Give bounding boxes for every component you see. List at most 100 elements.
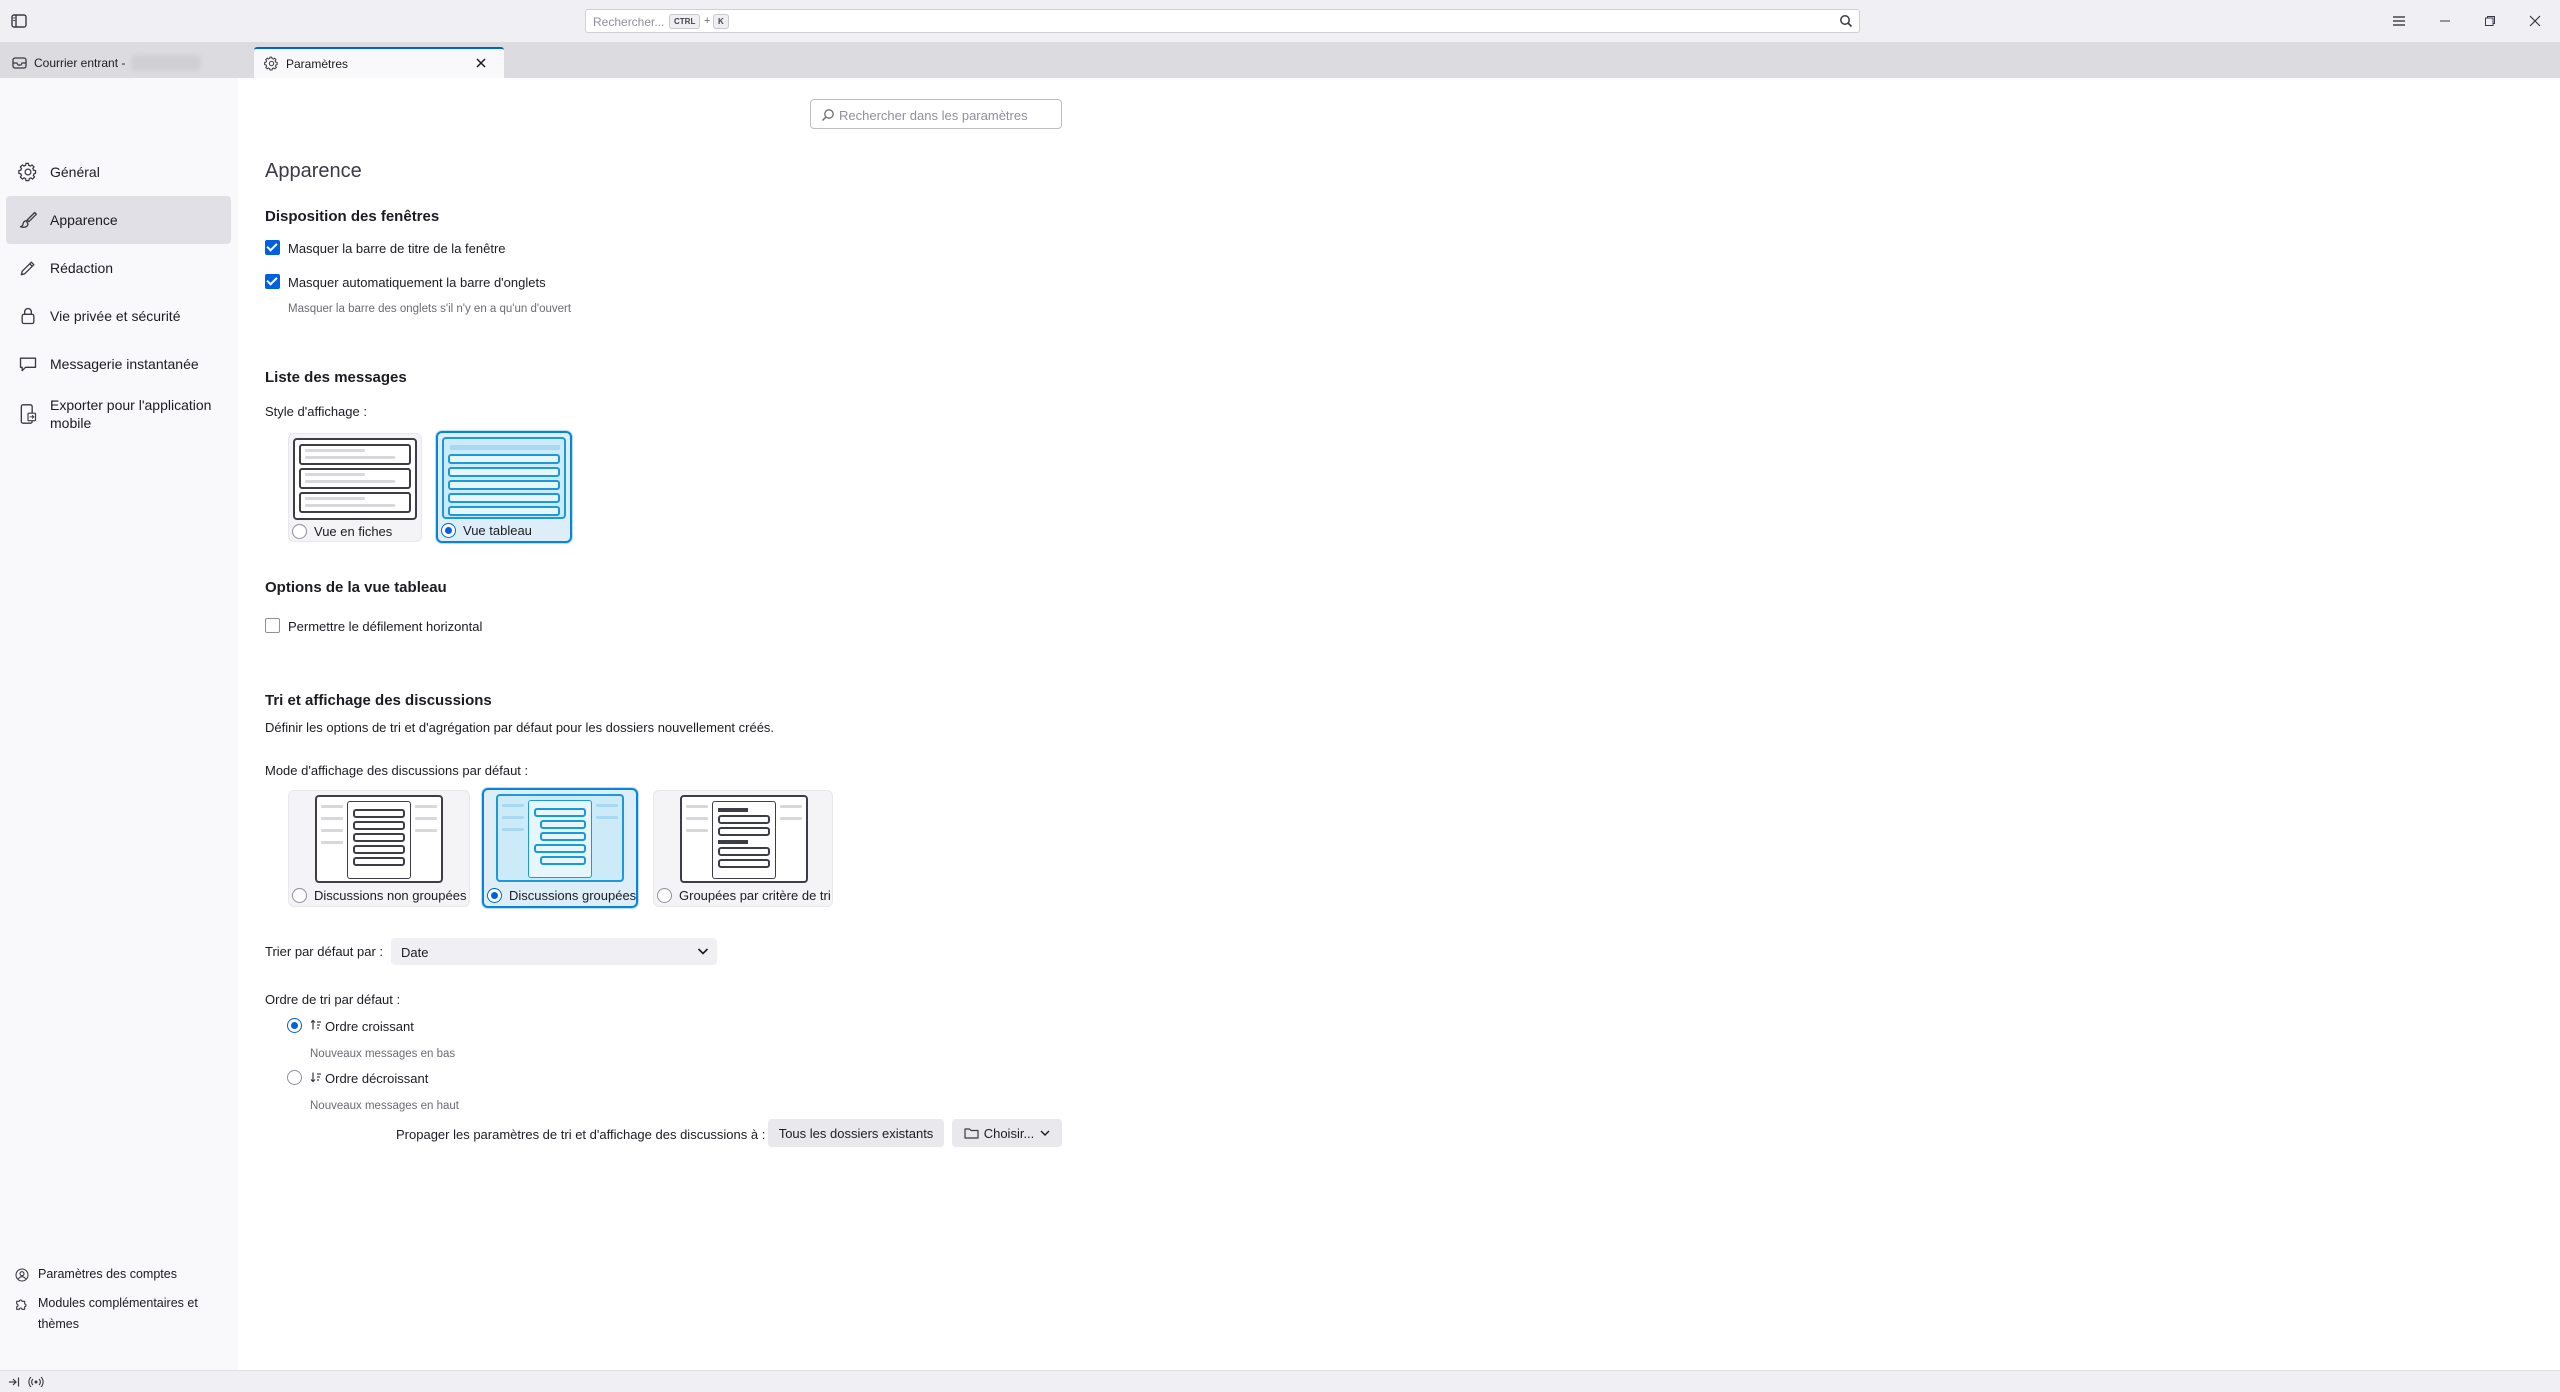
cards-view-radio-row[interactable]: Vue en fiches xyxy=(292,524,392,539)
restore-icon[interactable] xyxy=(2479,10,2501,32)
unthreaded-preview xyxy=(315,795,443,883)
sidebar-item-label: Messagerie instantanée xyxy=(50,356,199,372)
shortcut-plus: + xyxy=(704,15,711,27)
horizontal-scroll-label[interactable]: Permettre le défilement horizontal xyxy=(288,619,482,634)
all-folders-button[interactable]: Tous les dossiers existants xyxy=(768,1119,944,1147)
shortcut-ctrl-key: CTRL xyxy=(669,14,701,29)
chevron-down-icon xyxy=(697,948,709,955)
search-icon[interactable] xyxy=(1839,14,1853,28)
threaded-preview xyxy=(496,794,624,882)
hide-titlebar-label[interactable]: Masquer la barre de titre de la fenêtre xyxy=(288,241,506,256)
lock-icon xyxy=(21,307,35,325)
folder-icon xyxy=(964,1128,979,1139)
section-heading-table-options: Options de la vue tableau xyxy=(265,579,447,596)
settings-search-placeholder: Rechercher dans les paramètres xyxy=(839,108,1028,123)
chat-icon xyxy=(19,357,37,372)
sidebar-footer-label: Modules complémentaires et thèmes xyxy=(38,1296,198,1331)
section-heading-message-list: Liste des messages xyxy=(265,369,407,386)
title-bar: Rechercher... CTRL + K xyxy=(0,0,2560,42)
sidebar-item-label: Rédaction xyxy=(50,260,114,276)
global-search-placeholder: Rechercher... xyxy=(593,15,665,29)
online-status-icon[interactable] xyxy=(28,1376,44,1388)
chevron-down-icon xyxy=(1040,1130,1050,1136)
tab-inbox[interactable]: Courrier entrant - xyxy=(0,47,250,78)
ascending-radio[interactable] xyxy=(287,1018,302,1033)
choose-folders-button[interactable]: Choisir... xyxy=(952,1119,1062,1147)
gear-icon xyxy=(18,162,37,182)
sort-by-value: Date xyxy=(401,945,429,960)
choose-folders-button-label: Choisir... xyxy=(983,1125,1035,1141)
inbox-icon xyxy=(12,56,27,69)
settings-sidebar: Général Apparence Rédaction Vie privée e… xyxy=(0,78,238,1370)
redacted-account-name xyxy=(131,54,202,71)
unthreaded-radio-row[interactable]: Discussions non groupées xyxy=(292,888,466,903)
pencil-icon xyxy=(20,261,35,276)
sidebar-footer-addons[interactable]: Modules complémentaires et thèmes xyxy=(14,1293,204,1335)
app-menu-icon[interactable] xyxy=(2388,10,2410,32)
close-window-icon[interactable] xyxy=(2524,10,2546,32)
grouped-by-sort-radio[interactable] xyxy=(657,888,672,903)
grouped-by-sort-radio-row[interactable]: Groupées par critère de tri xyxy=(657,888,831,903)
tab-inbox-label: Courrier entrant - xyxy=(34,55,126,70)
table-view-option[interactable]: Vue tableau xyxy=(436,431,572,543)
settings-search-input[interactable]: Rechercher dans les paramètres xyxy=(810,99,1062,129)
sidebar-item-composition[interactable]: Rédaction xyxy=(6,244,231,292)
sidebar-item-appearance[interactable]: Apparence xyxy=(6,196,231,244)
table-view-label: Vue tableau xyxy=(463,523,532,538)
puzzle-icon xyxy=(16,1299,27,1310)
grouped-by-sort-label: Groupées par critère de tri xyxy=(679,888,831,903)
cards-view-option[interactable]: Vue en fiches xyxy=(288,433,422,542)
sort-by-select[interactable]: Date xyxy=(391,938,717,965)
threaded-label: Discussions groupées xyxy=(509,888,637,903)
unthreaded-radio[interactable] xyxy=(292,888,307,903)
sort-ascending-icon xyxy=(310,1019,322,1034)
sidebar-item-privacy[interactable]: Vie privée et sécurité xyxy=(6,292,231,340)
table-view-radio-row[interactable]: Vue tableau xyxy=(441,523,532,538)
minimize-icon[interactable] xyxy=(2434,10,2456,32)
table-view-radio[interactable] xyxy=(441,523,456,538)
page-title: Apparence xyxy=(265,160,362,182)
settings-content: Rechercher dans les paramètres Apparence… xyxy=(238,78,2560,1370)
display-style-label: Style d'affichage : xyxy=(265,404,367,419)
descending-radio[interactable] xyxy=(287,1070,302,1085)
sort-by-label: Trier par défaut par : xyxy=(265,944,384,959)
horizontal-scroll-checkbox[interactable] xyxy=(265,618,280,633)
table-view-preview xyxy=(442,437,566,519)
descending-hint: Nouveaux messages en haut xyxy=(310,1100,459,1112)
propagate-label: Propager les paramètres de tri et d'affi… xyxy=(396,1127,766,1142)
section-heading-window-layout: Disposition des fenêtres xyxy=(265,208,440,225)
sort-order-label: Ordre de tri par défaut : xyxy=(265,992,401,1007)
close-tab-icon[interactable] xyxy=(475,57,494,72)
threads-description: Définir les options de tri et d'agrégati… xyxy=(265,720,775,735)
sidebar-footer-account-settings[interactable]: Paramètres des comptes xyxy=(14,1264,224,1285)
tab-bar: Courrier entrant - Paramètres xyxy=(0,42,2560,78)
unthreaded-label: Discussions non groupées xyxy=(314,888,467,903)
autohide-tabbar-checkbox[interactable] xyxy=(265,274,280,289)
sort-descending-icon xyxy=(310,1071,322,1086)
unthreaded-option[interactable]: Discussions non groupées xyxy=(288,790,470,907)
autohide-tabbar-label[interactable]: Masquer automatiquement la barre d'ongle… xyxy=(288,275,546,290)
cards-view-radio[interactable] xyxy=(292,524,307,539)
threaded-radio[interactable] xyxy=(487,888,502,903)
cards-view-label: Vue en fiches xyxy=(314,524,393,539)
collapse-spaces-icon[interactable] xyxy=(8,1376,20,1388)
spaces-toolbar-icon[interactable] xyxy=(10,12,28,30)
sidebar-item-label: Apparence xyxy=(50,212,118,228)
ascending-label[interactable]: Ordre croissant xyxy=(325,1019,414,1034)
tab-settings[interactable]: Paramètres xyxy=(254,47,504,78)
descending-label[interactable]: Ordre décroissant xyxy=(325,1071,428,1086)
grouped-by-sort-option[interactable]: Groupées par critère de tri xyxy=(653,790,833,907)
grouped-by-sort-preview xyxy=(680,795,808,883)
global-search-input[interactable]: Rechercher... CTRL + K xyxy=(585,9,1860,33)
hide-titlebar-checkbox[interactable] xyxy=(265,240,280,255)
threaded-option[interactable]: Discussions groupées xyxy=(482,788,638,908)
search-icon xyxy=(822,109,834,121)
sidebar-item-chat[interactable]: Messagerie instantanée xyxy=(6,340,231,388)
ascending-hint: Nouveaux messages en bas xyxy=(310,1048,456,1060)
brush-icon xyxy=(19,211,37,228)
sidebar-footer-label: Paramètres des comptes xyxy=(38,1267,177,1281)
threaded-radio-row[interactable]: Discussions groupées xyxy=(487,888,636,903)
sidebar-item-general[interactable]: Général xyxy=(6,148,231,196)
sidebar-item-label: Exporter pour l'application mobile xyxy=(50,397,212,431)
sidebar-item-mobile-export[interactable]: Exporter pour l'application mobile xyxy=(6,388,231,440)
